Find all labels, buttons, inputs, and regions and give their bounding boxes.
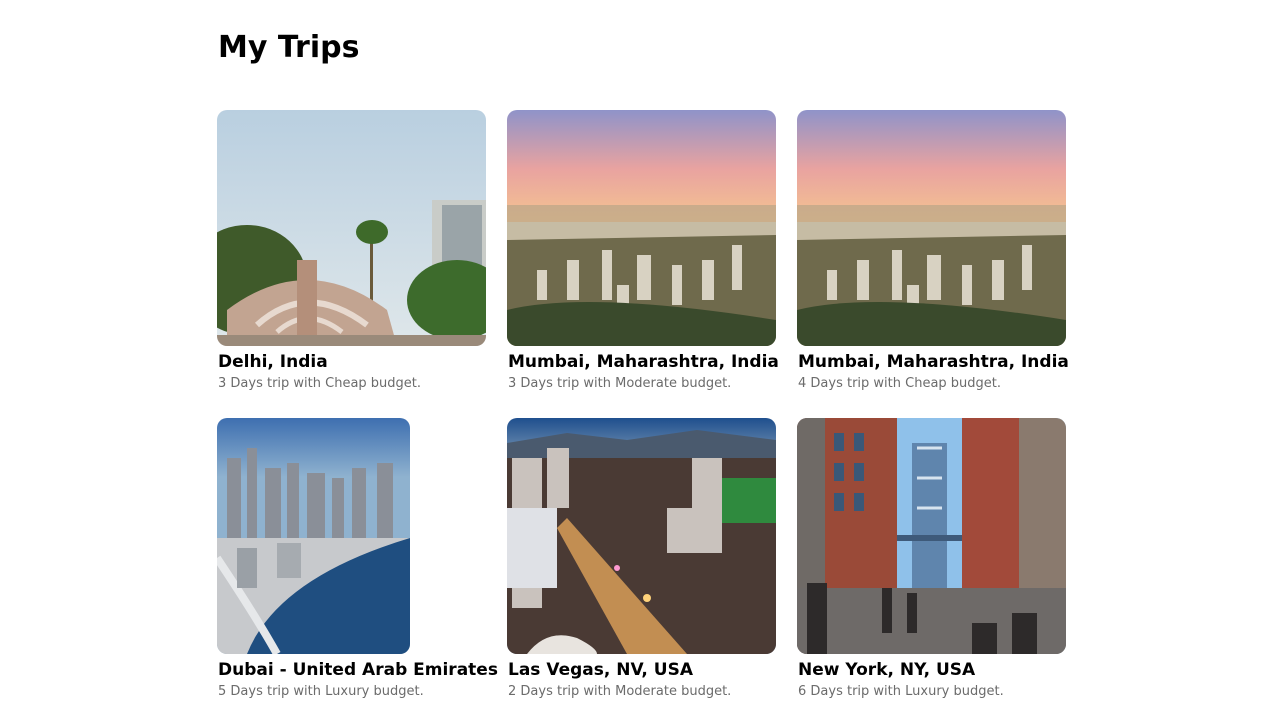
trip-destination: New York, NY, USA: [798, 660, 976, 680]
trip-card-mumbai-1[interactable]: Mumbai, Maharashtra, India 3 Days trip w…: [507, 110, 779, 418]
trip-photo-las-vegas: [507, 418, 776, 654]
trip-photo-mumbai: [507, 110, 776, 346]
trip-summary: 4 Days trip with Cheap budget.: [798, 376, 1002, 391]
trip-card-new-york[interactable]: New York, NY, USA 6 Days trip with Luxur…: [797, 418, 1066, 726]
trip-summary: 3 Days trip with Cheap budget.: [218, 376, 422, 391]
trip-destination: Las Vegas, NV, USA: [508, 660, 694, 680]
trip-card-delhi[interactable]: Delhi, India 3 Days trip with Cheap budg…: [217, 110, 486, 418]
my-trips-page: My Trips Delhi, India 3 Days trip with C…: [0, 0, 1288, 718]
trip-summary: 6 Days trip with Luxury budget.: [798, 684, 1004, 699]
trip-photo-dubai: [217, 418, 410, 654]
trip-card-dubai[interactable]: Dubai - United Arab Emirates 5 Days trip…: [217, 418, 498, 726]
trip-photo-mumbai: [797, 110, 1066, 346]
trip-photo-delhi: [217, 110, 486, 346]
trip-destination: Delhi, India: [218, 352, 328, 372]
trip-summary: 3 Days trip with Moderate budget.: [508, 376, 732, 391]
trip-card-las-vegas[interactable]: Las Vegas, NV, USA 2 Days trip with Mode…: [507, 418, 776, 726]
trip-photo-new-york: [797, 418, 1066, 654]
trip-summary: 2 Days trip with Moderate budget.: [508, 684, 732, 699]
trip-destination: Dubai - United Arab Emirates: [218, 660, 498, 680]
page-title: My Trips: [218, 30, 360, 65]
trips-grid: Delhi, India 3 Days trip with Cheap budg…: [217, 110, 1069, 726]
trip-destination: Mumbai, Maharashtra, India: [508, 352, 779, 372]
trip-destination: Mumbai, Maharashtra, India: [798, 352, 1069, 372]
trip-card-mumbai-2[interactable]: Mumbai, Maharashtra, India 4 Days trip w…: [797, 110, 1069, 418]
trip-summary: 5 Days trip with Luxury budget.: [218, 684, 424, 699]
